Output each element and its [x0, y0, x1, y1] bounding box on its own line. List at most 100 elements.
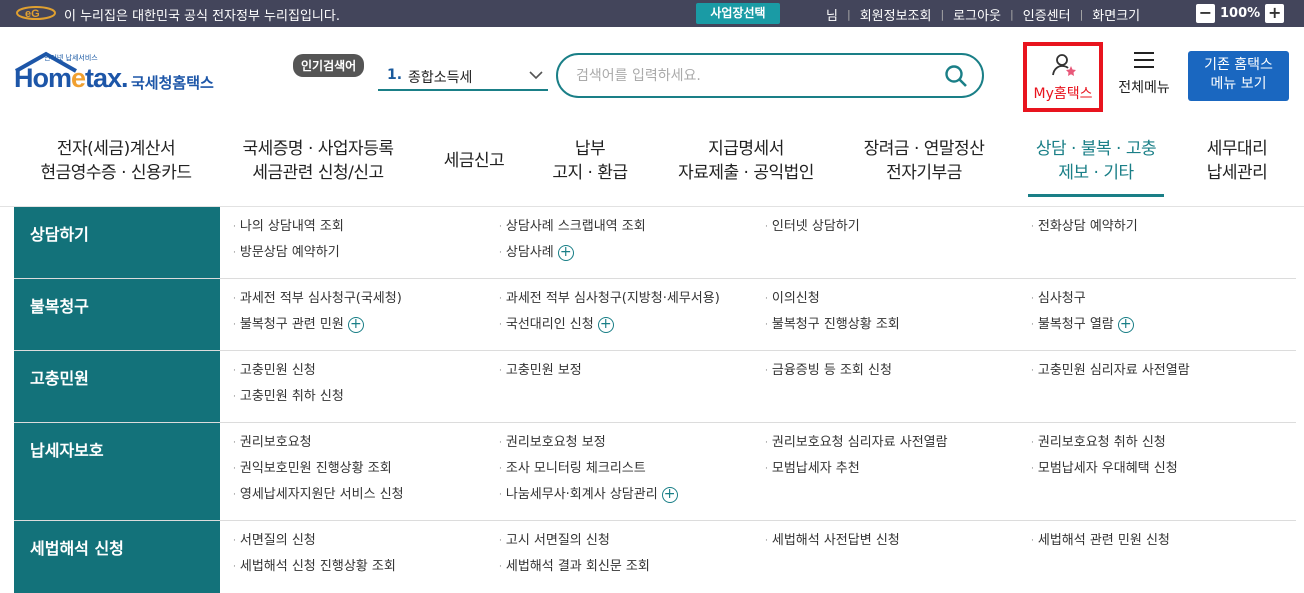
bullet: · — [499, 490, 502, 500]
nav-tax-agent[interactable]: 세무대리 납세관리 — [1200, 137, 1274, 185]
expand-plus-icon[interactable]: + — [597, 317, 614, 333]
link-phone-consult[interactable]: · 전화상담 예약하기 — [1031, 217, 1297, 237]
link-grievance-apply[interactable]: · 고충민원 신청 — [233, 361, 499, 381]
business-select-button[interactable]: 사업장선택 — [696, 3, 780, 24]
section-title: 고충민원 — [14, 351, 220, 422]
user-star-icon — [1052, 54, 1076, 76]
nav-payment[interactable]: 납부 고지 · 환급 — [544, 137, 636, 185]
nav-tax-invoice[interactable]: 전자(세금)계산서 현금영수증 · 신용카드 — [36, 137, 196, 185]
bullet: · — [1031, 294, 1034, 304]
link-grievance-amend[interactable]: · 고충민원 보정 — [499, 361, 765, 381]
nav-incentive[interactable]: 장려금 · 연말정산 전자기부금 — [858, 137, 990, 185]
expand-plus-icon[interactable]: + — [661, 487, 678, 503]
link-internet-consult[interactable]: · 인터넷 상담하기 — [765, 217, 1031, 237]
link-interpretation-result[interactable]: · 세법해석 결과 회신문 조회 — [499, 557, 765, 577]
svg-text:eG: eG — [25, 8, 40, 20]
hometax-logo[interactable]: 인터넷 납세서비스 Hometax. 국세청홈택스 — [14, 51, 234, 107]
section-title: 세법해석 신청 — [14, 521, 220, 593]
link-rights-withdraw[interactable]: · 권리보호요청 취하 신청 — [1031, 433, 1297, 453]
link-model-taxpayer-benefit[interactable]: · 모범납세자 우대혜택 신청 — [1031, 459, 1297, 479]
link-interpretation-civil[interactable]: · 세법해석 관련 민원 신청 — [1031, 531, 1297, 551]
zoom-value: 100% — [1220, 6, 1261, 21]
link-grievance-preview[interactable]: · 고충민원 심리자료 사전열람 — [1031, 361, 1297, 381]
bullet: · — [233, 320, 236, 330]
chevron-down-icon — [529, 71, 543, 80]
screen-size-label: 화면크기 — [1092, 9, 1141, 24]
search-icon[interactable] — [944, 64, 968, 88]
link-rights-amend[interactable]: · 권리보호요청 보정 — [499, 433, 765, 453]
nav-label: 국세증명 · 사업자등록 — [242, 139, 394, 159]
link-public-agent[interactable]: · 국선대리인 신청 + — [499, 315, 765, 335]
zoom-in-button[interactable]: + — [1265, 4, 1285, 23]
member-info-link[interactable]: 회원정보조회 — [860, 5, 932, 24]
link-appeal-civil[interactable]: · 불복청구 관련 민원 + — [233, 315, 499, 335]
expand-plus-icon[interactable]: + — [557, 245, 574, 261]
all-menu-label: 전체메뉴 — [1118, 80, 1170, 96]
nav-label: 현금영수증 · 신용카드 — [40, 163, 192, 183]
popular-rank: 1. — [387, 67, 403, 83]
link-financial-proof[interactable]: · 금융증빙 등 조회 신청 — [765, 361, 1031, 381]
bullet: · — [765, 366, 768, 376]
link-sharing-consult[interactable]: · 나눔세무사·회계사 상담관리 + — [499, 485, 765, 505]
zoom-out-button[interactable]: − — [1196, 4, 1215, 23]
gov-banner: eG 이 누리집은 대한민국 공식 전자정부 누리집입니다. 사업장선택 님 |… — [0, 0, 1304, 27]
nav-label: 전자(세금)계산서 — [56, 139, 176, 159]
bullet: · — [233, 294, 236, 304]
link-written-inquiry[interactable]: · 서면질의 신청 — [233, 531, 499, 551]
section-grievance: 고충민원 · 고충민원 신청 · 고충민원 보정 · 금융증빙 등 조회 신청 · 고충… — [14, 351, 1296, 423]
link-interpretation-status[interactable]: · 세법해석 신청 진행상황 조회 — [233, 557, 499, 577]
link-rights-status[interactable]: · 권익보호민원 진행상황 조회 — [233, 459, 499, 479]
nav-certificate[interactable]: 국세증명 · 사업자등록 세금관련 신청/신고 — [236, 137, 400, 185]
search-input[interactable] — [576, 64, 926, 88]
bullet: · — [499, 562, 502, 572]
link-notice-inquiry[interactable]: · 고시 서면질의 신청 — [499, 531, 765, 551]
link-audit-checklist[interactable]: · 조사 모니터링 체크리스트 — [499, 459, 765, 479]
cert-center-link[interactable]: 인증센터 — [1023, 5, 1071, 24]
bullet: · — [1031, 366, 1034, 376]
link-consult-scrap[interactable]: · 상담사례 스크랩내역 조회 — [499, 217, 765, 237]
link-rights-preview[interactable]: · 권리보호요청 심리자료 사전열람 — [765, 433, 1031, 453]
section-tax-interpretation: 세법해석 신청 · 서면질의 신청 · 고시 서면질의 신청 · 세법해석 사전답변 … — [14, 521, 1296, 593]
logo-korean: 국세청홈택스 — [131, 74, 214, 92]
bullet: · — [233, 562, 236, 572]
link-visit-consult[interactable]: · 방문상담 예약하기 — [233, 243, 499, 263]
egov-logo-icon: eG — [16, 6, 56, 20]
submenu-panel: 상담하기 · 나의 상담내역 조회 · 상담사례 스크랩내역 조회 · 인터넷 상담하… — [14, 207, 1296, 593]
bullet: · — [499, 366, 502, 376]
link-appeal-status[interactable]: · 불복청구 진행상황 조회 — [765, 315, 1031, 335]
user-suffix: 님 — [826, 9, 838, 24]
divider: | — [940, 8, 945, 21]
link-consult-cases[interactable]: · 상담사례 + — [499, 243, 765, 263]
legacy-menu-button[interactable]: 기존 홈택스 메뉴 보기 — [1188, 51, 1289, 101]
link-rights-request[interactable]: · 권리보호요청 — [233, 433, 499, 453]
bullet: · — [765, 438, 768, 448]
link-pre-review-nts[interactable]: · 과세전 적부 심사청구(국세청) — [233, 289, 499, 309]
nav-consulting[interactable]: 상담 · 불복 · 고충 제보 · 기타 — [1028, 137, 1164, 197]
link-advance-ruling[interactable]: · 세법해석 사전답변 신청 — [765, 531, 1031, 551]
my-hometax-button[interactable]: My홈택스 — [1023, 42, 1103, 112]
link-grievance-withdraw[interactable]: · 고충민원 취하 신청 — [233, 387, 499, 407]
nav-tax-filing[interactable]: 세금신고 — [438, 149, 510, 173]
expand-plus-icon[interactable]: + — [347, 317, 364, 333]
link-objection[interactable]: · 이의신청 — [765, 289, 1031, 309]
logout-link[interactable]: 로그아웃 — [953, 5, 1001, 24]
link-my-consult-history[interactable]: · 나의 상담내역 조회 — [233, 217, 499, 237]
link-appeal-view[interactable]: · 불복청구 열람 + — [1031, 315, 1297, 335]
bullet: · — [1031, 536, 1034, 546]
zoom-control: − 100% + — [1196, 4, 1285, 23]
link-model-taxpayer-recommend[interactable]: · 모범납세자 추천 — [765, 459, 1031, 479]
bullet: · — [1031, 320, 1034, 330]
main-navigation: 전자(세금)계산서 현금영수증 · 신용카드 국세증명 · 사업자등록 세금관련… — [0, 127, 1304, 207]
all-menu-button[interactable]: 전체메뉴 — [1112, 51, 1176, 97]
popular-search-select[interactable]: 1. 종합소득세 — [378, 60, 548, 91]
nav-label: 세금신고 — [443, 151, 505, 171]
search-box — [556, 53, 984, 98]
nav-payment-statement[interactable]: 지급명세서 자료제출 · 공익법인 — [672, 137, 820, 185]
link-small-taxpayer-support[interactable]: · 영세납세자지원단 서비스 신청 — [233, 485, 499, 505]
expand-plus-icon[interactable]: + — [1117, 317, 1134, 333]
link-pre-review-regional[interactable]: · 과세전 적부 심사청구(지방청·세무서용) — [499, 289, 765, 309]
bullet: · — [233, 536, 236, 546]
bullet: · — [765, 222, 768, 232]
bullet: · — [499, 222, 502, 232]
link-review-request[interactable]: · 심사청구 — [1031, 289, 1297, 309]
